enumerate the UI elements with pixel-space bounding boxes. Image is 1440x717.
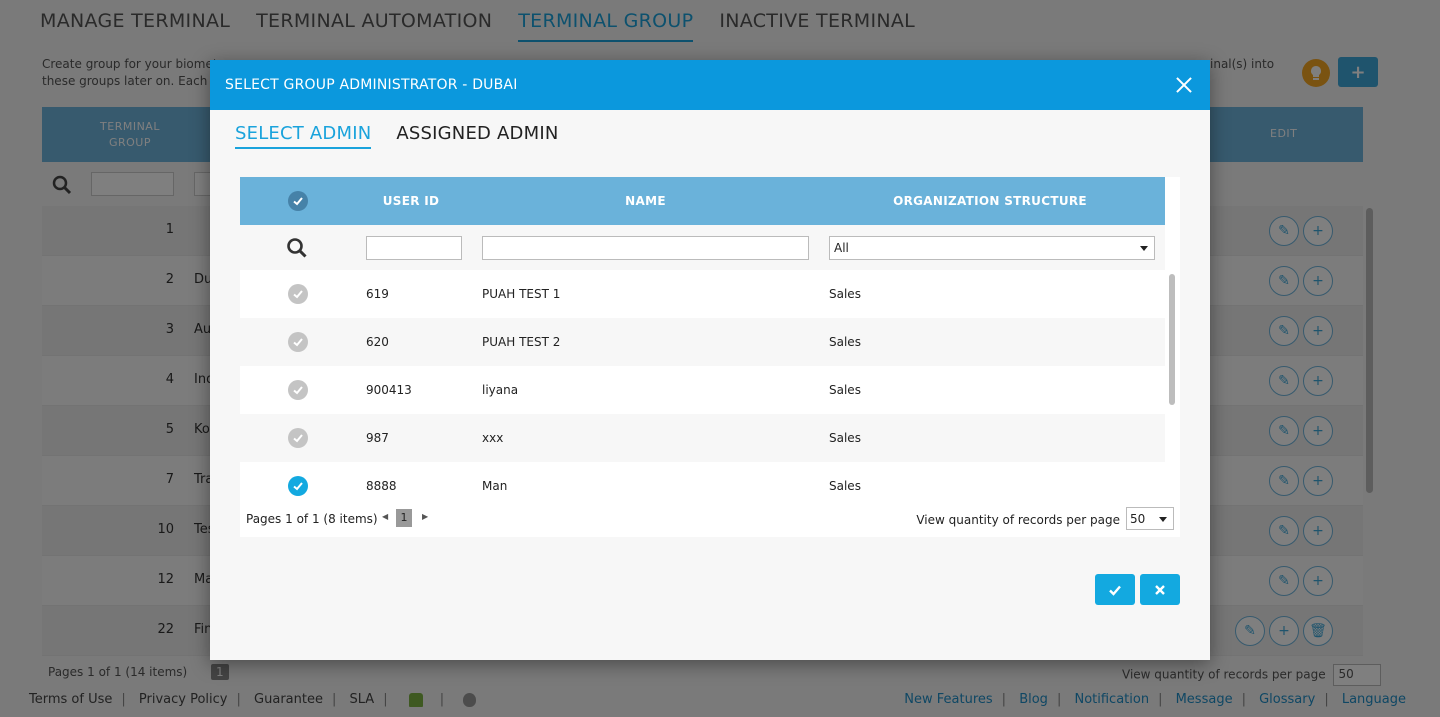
org-filter-value: All	[834, 241, 849, 255]
check-icon	[293, 338, 303, 347]
table-row[interactable]: 987 xxx Sales	[240, 414, 1165, 462]
column-name[interactable]: NAME	[482, 194, 809, 208]
cell-user-id: 8888	[366, 479, 397, 493]
table-row[interactable]: 619 PUAH TEST 1 Sales	[240, 270, 1165, 318]
pager-info: Pages 1 of 1 (8 items)	[246, 512, 378, 526]
row-checkbox[interactable]	[288, 332, 308, 352]
modal-title: SELECT GROUP ADMINISTRATOR - DUBAI	[225, 77, 518, 93]
cell-user-id: 900413	[366, 383, 412, 397]
cell-user-id: 987	[366, 431, 389, 445]
row-checkbox[interactable]	[288, 476, 308, 496]
confirm-button[interactable]	[1095, 574, 1135, 605]
check-icon	[293, 290, 303, 299]
table-row[interactable]: 8888 Man Sales	[240, 462, 1165, 500]
select-admin-modal: SELECT GROUP ADMINISTRATOR - DUBAI SELEC…	[210, 60, 1210, 660]
modal-tabs: SELECT ADMIN ASSIGNED ADMIN	[235, 123, 559, 149]
filter-row: All	[240, 225, 1165, 270]
grid-pager: Pages 1 of 1 (8 items) ◀ 1 ▶ View quanti…	[240, 500, 1180, 537]
cell-name: Man	[482, 479, 508, 493]
cell-user-id: 620	[366, 335, 389, 349]
table-row[interactable]: 900413 liyana Sales	[240, 366, 1165, 414]
caret-down-icon	[1159, 517, 1167, 522]
cell-org-structure: Sales	[829, 287, 861, 301]
check-icon	[293, 482, 303, 491]
tab-assigned-admin[interactable]: ASSIGNED ADMIN	[396, 123, 558, 149]
table-row[interactable]: 620 PUAH TEST 2 Sales	[240, 318, 1165, 366]
chevron-right-icon[interactable]: ▶	[422, 512, 428, 521]
caret-down-icon	[1140, 246, 1148, 251]
name-filter-input[interactable]	[482, 236, 809, 260]
grid-header: USER ID NAME ORGANIZATION STRUCTURE	[240, 177, 1165, 225]
close-icon	[1155, 584, 1165, 595]
cell-org-structure: Sales	[829, 431, 861, 445]
close-icon[interactable]	[1170, 71, 1198, 99]
check-icon	[293, 386, 303, 395]
cell-name: PUAH TEST 1	[482, 287, 561, 301]
admin-grid: USER ID NAME ORGANIZATION STRUCTURE All …	[240, 177, 1180, 537]
grid-body: 619 PUAH TEST 1 Sales 620 PUAH TEST 2 Sales 90…	[240, 270, 1165, 500]
row-checkbox[interactable]	[288, 380, 308, 400]
cell-name: liyana	[482, 383, 519, 397]
cell-org-structure: Sales	[829, 479, 861, 493]
view-quantity-label: View quantity of records per page	[916, 513, 1120, 527]
row-checkbox[interactable]	[288, 284, 308, 304]
org-structure-filter-select[interactable]: All	[829, 236, 1155, 260]
check-icon	[293, 197, 303, 206]
select-all-checkbox[interactable]	[288, 191, 308, 211]
column-user-id[interactable]: USER ID	[365, 194, 457, 208]
check-icon	[1109, 585, 1121, 596]
per-page-select[interactable]: 50	[1126, 507, 1174, 530]
scrollbar-thumb[interactable]	[1169, 274, 1175, 405]
cell-org-structure: Sales	[829, 383, 861, 397]
page-number-button[interactable]: 1	[396, 509, 412, 527]
chevron-left-icon[interactable]: ◀	[382, 512, 388, 521]
cancel-button[interactable]	[1140, 574, 1180, 605]
user-id-filter-input[interactable]	[366, 236, 462, 260]
row-checkbox[interactable]	[288, 428, 308, 448]
cell-name: xxx	[482, 431, 504, 445]
column-org-structure[interactable]: ORGANIZATION STRUCTURE	[830, 194, 1150, 208]
modal-header: SELECT GROUP ADMINISTRATOR - DUBAI	[210, 60, 1210, 110]
tab-select-admin[interactable]: SELECT ADMIN	[235, 123, 372, 149]
search-icon	[287, 238, 307, 258]
check-icon	[293, 434, 303, 443]
grid-scrollbar[interactable]	[1167, 272, 1176, 502]
cell-org-structure: Sales	[829, 335, 861, 349]
cell-name: PUAH TEST 2	[482, 335, 561, 349]
cell-user-id: 619	[366, 287, 389, 301]
per-page-value: 50	[1130, 512, 1146, 526]
